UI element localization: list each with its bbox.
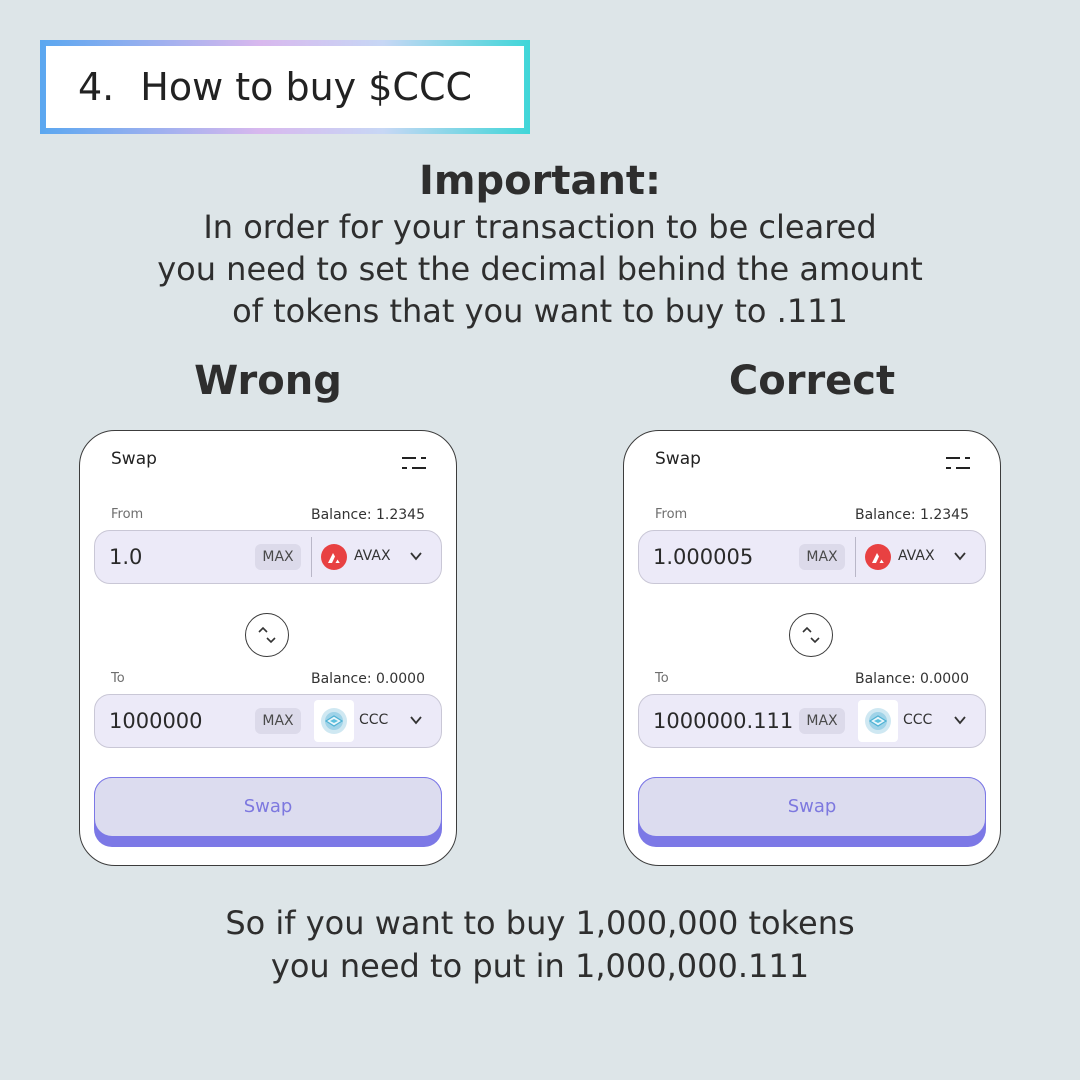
ccc-token-badge: [858, 700, 898, 742]
correct-label: Correct: [728, 358, 896, 404]
to-label: To: [655, 671, 669, 686]
from-amount-input[interactable]: 1.000005: [653, 545, 753, 569]
correct-swap-card: Swap From Balance: 1.2345 1.000005 MAX A…: [623, 430, 1001, 866]
swap-direction-icon: [802, 626, 820, 644]
from-balance: Balance: 1.2345: [311, 507, 425, 523]
important-heading: Important:: [418, 158, 662, 204]
to-amount-input[interactable]: 1000000.111: [653, 709, 793, 733]
chevron-down-icon[interactable]: [953, 713, 967, 727]
from-label: From: [111, 507, 144, 522]
to-field: 1000000 MAX CCC: [94, 694, 442, 748]
avax-logo-icon: [321, 544, 347, 570]
bottom-note: So if you want to buy 1,000,000 tokens y…: [0, 902, 1080, 988]
to-label: To: [111, 671, 125, 686]
field-divider: [311, 537, 312, 577]
swap-direction-button[interactable]: [245, 613, 289, 657]
chevron-down-icon[interactable]: [953, 549, 967, 563]
wrong-swap-card: Swap From Balance: 1.2345 1.0 MAX AVAX T…: [79, 430, 457, 866]
wrong-label: Wrong: [194, 358, 342, 404]
swap-button[interactable]: Swap: [94, 777, 442, 847]
section-title: 4. How to buy $CCC: [46, 46, 524, 128]
from-token-name[interactable]: AVAX: [898, 548, 935, 564]
section-number: 4.: [78, 65, 115, 109]
section-title-box: 4. How to buy $CCC: [40, 40, 530, 134]
ccc-token-icon: [321, 708, 347, 734]
settings-sliders-icon[interactable]: [946, 455, 970, 471]
field-divider: [855, 537, 856, 577]
to-field: 1000000.111 MAX CCC: [638, 694, 986, 748]
from-max-button[interactable]: MAX: [255, 544, 301, 570]
to-amount-input[interactable]: 1000000: [109, 709, 203, 733]
to-balance: Balance: 0.0000: [311, 671, 425, 687]
swap-card-title: Swap: [655, 449, 701, 469]
from-field: 1.000005 MAX AVAX: [638, 530, 986, 584]
description-line: of tokens that you want to buy to .111: [232, 292, 848, 330]
ccc-token-badge: [314, 700, 354, 742]
swap-card-title: Swap: [111, 449, 157, 469]
to-balance: Balance: 0.0000: [855, 671, 969, 687]
swap-direction-icon: [258, 626, 276, 644]
description-line: you need to set the decimal behind the a…: [157, 250, 923, 288]
from-max-button[interactable]: MAX: [799, 544, 845, 570]
settings-sliders-icon[interactable]: [402, 455, 426, 471]
ccc-token-icon: [865, 708, 891, 734]
chevron-down-icon[interactable]: [409, 549, 423, 563]
from-label: From: [655, 507, 688, 522]
from-balance: Balance: 1.2345: [855, 507, 969, 523]
swap-direction-button[interactable]: [789, 613, 833, 657]
from-amount-input[interactable]: 1.0: [109, 545, 142, 569]
bottom-note-line: you need to put in 1,000,000.111: [270, 947, 810, 985]
section-title-text: How to buy $CCC: [140, 65, 473, 109]
to-token-name[interactable]: CCC: [903, 712, 932, 728]
description-line: In order for your transaction to be clea…: [203, 208, 877, 246]
swap-button-label: Swap: [94, 777, 442, 837]
swap-button[interactable]: Swap: [638, 777, 986, 847]
important-description: In order for your transaction to be clea…: [0, 206, 1080, 332]
swap-button-label: Swap: [638, 777, 986, 837]
to-max-button[interactable]: MAX: [255, 708, 301, 734]
bottom-note-line: So if you want to buy 1,000,000 tokens: [225, 904, 855, 942]
to-token-name[interactable]: CCC: [359, 712, 388, 728]
from-token-name[interactable]: AVAX: [354, 548, 391, 564]
to-max-button[interactable]: MAX: [799, 708, 845, 734]
chevron-down-icon[interactable]: [409, 713, 423, 727]
avax-logo-icon: [865, 544, 891, 570]
from-field: 1.0 MAX AVAX: [94, 530, 442, 584]
